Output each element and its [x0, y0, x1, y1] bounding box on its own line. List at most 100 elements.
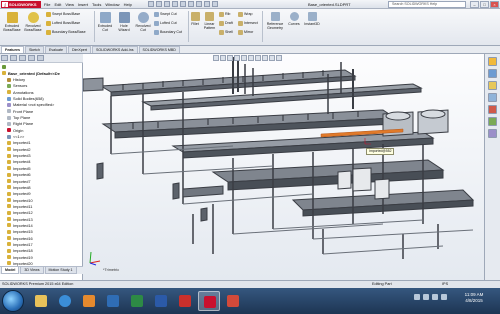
view-palette-icon[interactable]: [488, 93, 497, 102]
filter-icon[interactable]: [2, 64, 6, 69]
section-view-icon[interactable]: [234, 55, 240, 61]
tab-motion-study[interactable]: Motion Study 1: [44, 267, 77, 274]
units-label[interactable]: IPS: [442, 281, 448, 288]
menu-view[interactable]: View: [65, 1, 74, 8]
view-settings-icon[interactable]: [276, 55, 282, 61]
start-button[interactable]: [2, 290, 24, 312]
file-properties-icon[interactable]: [204, 1, 210, 7]
extruded-boss-button[interactable]: Extruded Boss/Base: [2, 12, 22, 32]
imported-feature-icon: [7, 223, 11, 228]
rebuild-icon[interactable]: [196, 1, 202, 7]
boundary-boss-button[interactable]: Boundary Boss/Base: [46, 29, 86, 35]
mirror-icon: [238, 29, 243, 35]
hide-show-items-icon[interactable]: [255, 55, 261, 61]
swept-cut-button[interactable]: Swept Cut: [154, 11, 177, 17]
lofted-boss-button[interactable]: Lofted Boss/Base: [46, 20, 80, 26]
property-manager-icon[interactable]: [10, 55, 17, 61]
tree-item-label: Imported4: [13, 159, 31, 165]
menu-file[interactable]: File: [44, 1, 50, 8]
tab-model[interactable]: Model: [1, 267, 20, 274]
solidworks-logo[interactable]: ʃ SOLIDWORKS: [1, 1, 41, 8]
shell-button[interactable]: Shell: [219, 29, 233, 35]
taskbar-excel[interactable]: [126, 291, 148, 311]
new-document-icon[interactable]: [148, 1, 154, 7]
tab-3d-views[interactable]: 3D Views: [20, 267, 44, 274]
network-icon[interactable]: [414, 294, 420, 300]
revolved-cut-button[interactable]: Revolved Cut: [134, 12, 152, 32]
menu-insert[interactable]: Insert: [78, 1, 88, 8]
apply-scene-icon[interactable]: [269, 55, 275, 61]
dimxpert-manager-icon[interactable]: [28, 55, 35, 61]
menu-help[interactable]: Help: [124, 1, 132, 8]
linear-pattern-button[interactable]: Linear Pattern: [201, 12, 218, 30]
reference-geometry-button[interactable]: Reference Geometry: [264, 12, 286, 30]
hole-wizard-button[interactable]: Hole Wizard: [115, 12, 133, 32]
lofted-cut-button[interactable]: Lofted Cut: [154, 20, 177, 26]
wrap-button[interactable]: Wrap: [238, 11, 253, 17]
select-icon[interactable]: [188, 1, 194, 7]
tab-sketch[interactable]: Sketch: [24, 46, 44, 53]
extruded-cut-button[interactable]: Extruded Cut: [96, 12, 114, 32]
maximize-icon[interactable]: □: [480, 1, 489, 8]
close-icon[interactable]: ×: [490, 1, 499, 8]
print-icon[interactable]: [172, 1, 178, 7]
display-manager-icon[interactable]: [37, 55, 44, 61]
tab-evaluate[interactable]: Evaluate: [44, 46, 67, 53]
imported-feature-icon: [7, 179, 11, 184]
options-icon[interactable]: [212, 1, 218, 7]
taskbar-media[interactable]: [78, 291, 100, 311]
edit-appearance-icon[interactable]: [262, 55, 268, 61]
menu-edit[interactable]: Edit: [54, 1, 61, 8]
minimize-icon[interactable]: –: [470, 1, 479, 8]
intersect-button[interactable]: Intersect: [238, 20, 258, 26]
configuration-manager-icon[interactable]: [19, 55, 26, 61]
curves-button[interactable]: Curves: [287, 12, 301, 26]
draft-button[interactable]: Draft: [219, 20, 233, 26]
previous-view-icon[interactable]: [227, 55, 233, 61]
graphics-viewport[interactable]: Imported@552 *Trimetric: [83, 54, 484, 280]
volume-icon[interactable]: [423, 294, 429, 300]
zoom-to-fit-icon[interactable]: [213, 55, 219, 61]
3d-model[interactable]: [83, 54, 484, 280]
solidworks-resources-icon[interactable]: [488, 57, 497, 66]
menu-tools[interactable]: Tools: [92, 1, 101, 8]
keyboard-icon[interactable]: [441, 294, 447, 300]
save-icon[interactable]: [164, 1, 170, 7]
forum-icon[interactable]: [488, 129, 497, 138]
appearances-icon[interactable]: [488, 105, 497, 114]
rib-button[interactable]: Rib: [219, 11, 230, 17]
undo-icon[interactable]: [180, 1, 186, 7]
fillet-button[interactable]: Fillet: [189, 12, 201, 26]
custom-properties-icon[interactable]: [488, 117, 497, 126]
revolved-boss-button[interactable]: Revolved Boss/Base: [23, 12, 43, 32]
system-clock[interactable]: 11:09 AM 4/8/2015: [450, 292, 498, 304]
tab-features[interactable]: Features: [1, 46, 24, 53]
taskbar-word[interactable]: [150, 291, 172, 311]
swept-boss-button[interactable]: Swept Boss/Base: [46, 11, 80, 17]
flag-icon[interactable]: [432, 294, 438, 300]
menu-window[interactable]: Window: [105, 1, 119, 8]
display-style-icon[interactable]: [248, 55, 254, 61]
taskbar-explorer[interactable]: [30, 291, 52, 311]
zoom-area-icon[interactable]: [220, 55, 226, 61]
tab-dimxpert[interactable]: DimXpert: [67, 46, 91, 53]
feature-manager-panel: Base_oriented (Default<<De History Sensors…: [0, 54, 83, 280]
taskbar-acrobat[interactable]: [174, 291, 196, 311]
boundary-cut-button[interactable]: Boundary Cut: [154, 29, 182, 35]
design-library-icon[interactable]: [488, 69, 497, 78]
taskbar-edrawings[interactable]: [222, 291, 244, 311]
file-explorer-icon[interactable]: [488, 81, 497, 90]
taskbar-ie[interactable]: [54, 291, 76, 311]
tab-mbd[interactable]: SOLIDWORKS MBD: [138, 46, 180, 53]
taskbar-outlook[interactable]: [102, 291, 124, 311]
imported-feature-icon: [7, 185, 11, 190]
taskbar-solidworks[interactable]: [198, 291, 220, 311]
open-icon[interactable]: [156, 1, 162, 7]
feature-manager-icon[interactable]: [1, 55, 8, 61]
view-orientation-icon[interactable]: [241, 55, 247, 61]
instant3d-button[interactable]: Instant3D: [303, 12, 321, 26]
imported-feature-icon: [7, 159, 11, 164]
tab-add-ins[interactable]: SOLIDWORKS Add-Ins: [91, 46, 138, 53]
mirror-button[interactable]: Mirror: [238, 29, 253, 35]
search-input[interactable]: Search SOLIDWORKS Help: [388, 1, 466, 8]
